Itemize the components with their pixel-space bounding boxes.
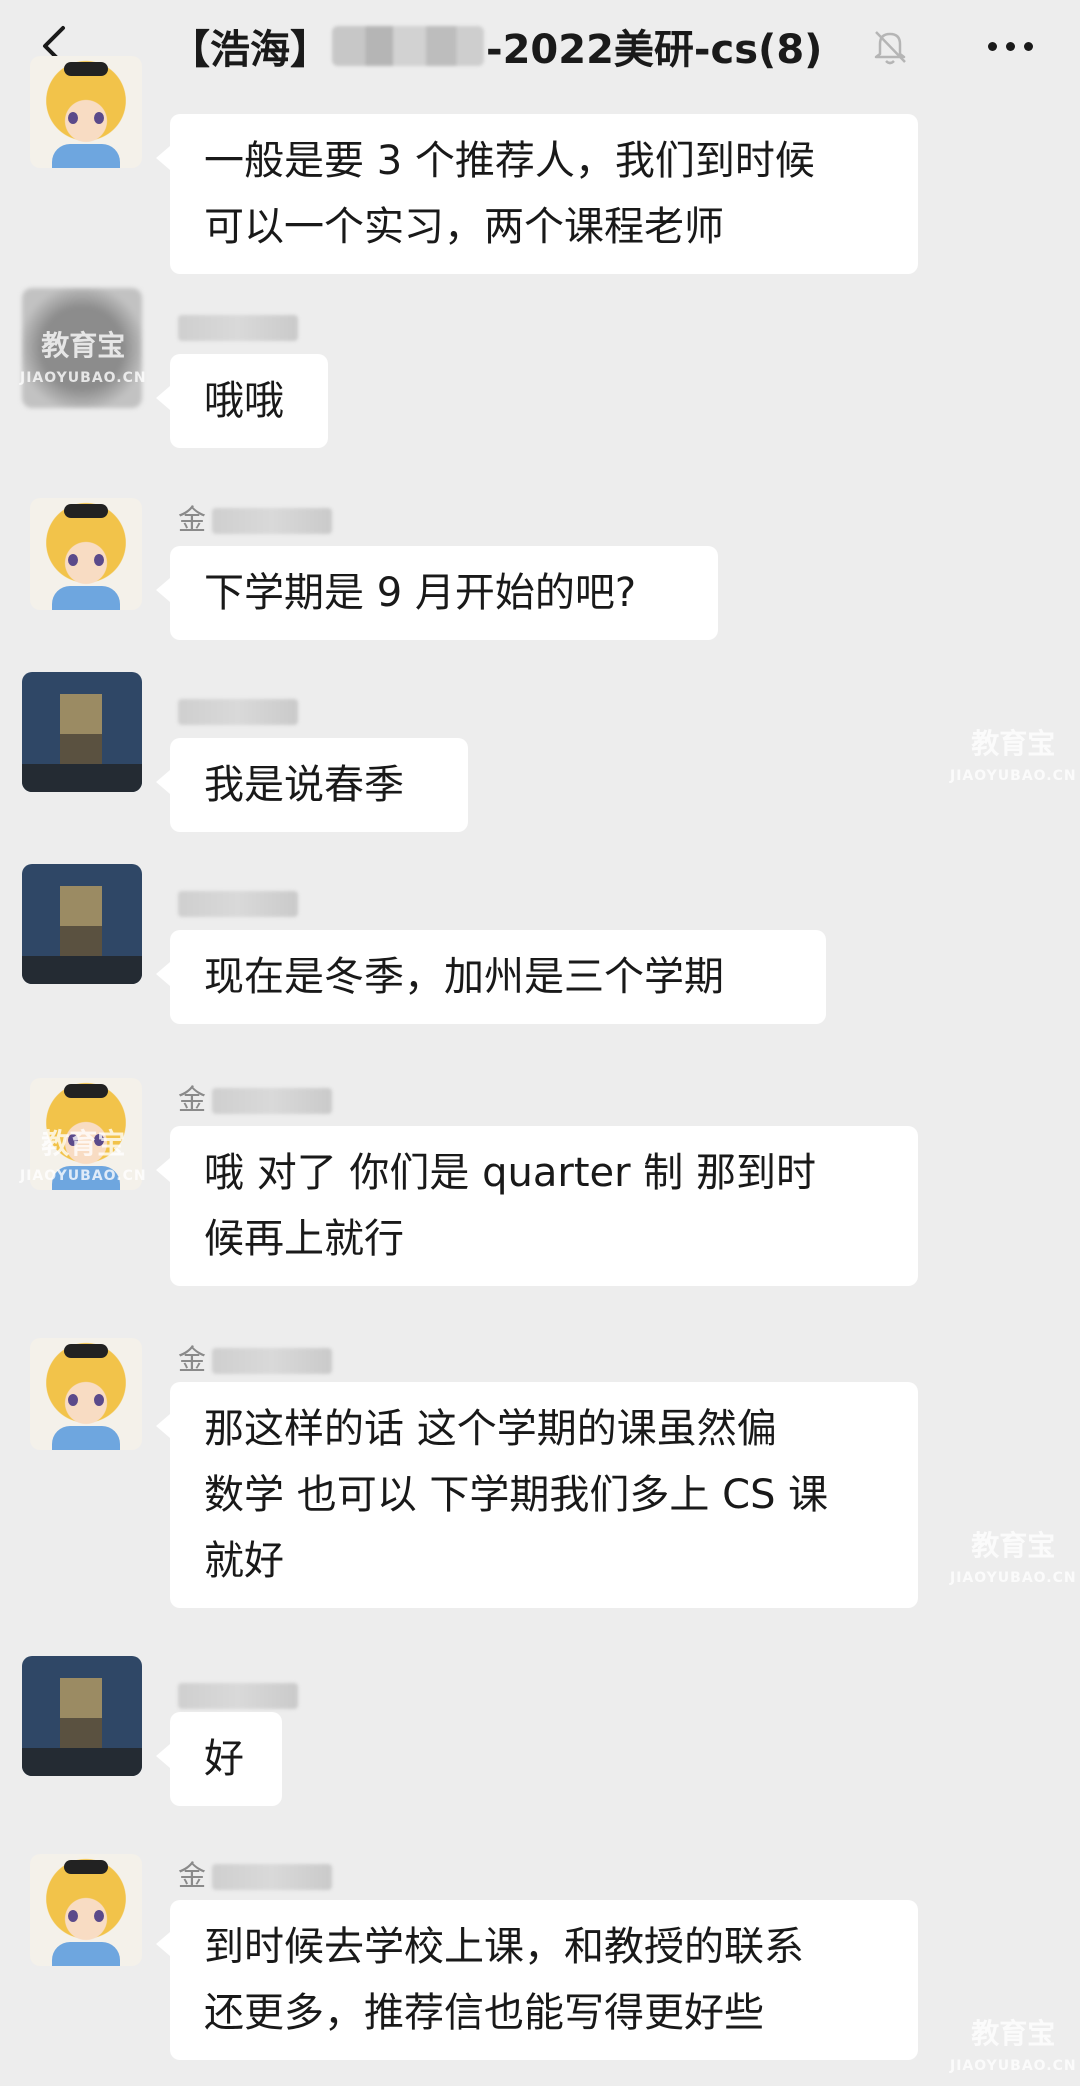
more-dot xyxy=(987,41,997,51)
message-bubble[interactable]: 我是说春季 xyxy=(156,738,468,832)
sender-name: 金 xyxy=(178,1338,333,1378)
watermark-logo: 教育宝 JIAOYUBAO.CN xyxy=(20,1127,147,1185)
message-bubble[interactable]: 下学期是 9 月开始的吧? xyxy=(156,546,718,640)
message-bubble[interactable]: 好 xyxy=(156,1712,282,1806)
sender-name xyxy=(178,886,298,919)
redacted-name xyxy=(332,26,484,66)
watermark-logo: 教育宝 JIAOYUBAO.CN xyxy=(950,1529,1077,1587)
sender-name: 金 xyxy=(178,498,333,538)
chat-title: 【浩海】 -2022美研-cs(8) xyxy=(170,12,822,80)
avatar[interactable] xyxy=(22,1656,142,1776)
message-bubble[interactable]: 那这样的话 这个学期的课虽然偏 数学 也可以 下学期我们多上 CS 课 就好 xyxy=(156,1382,918,1608)
sender-name xyxy=(178,1678,298,1711)
chat-title-suffix: -2022美研-cs(8) xyxy=(486,27,823,73)
avatar[interactable] xyxy=(30,498,142,610)
avatar[interactable] xyxy=(30,56,142,168)
avatar[interactable] xyxy=(22,864,142,984)
bell-off-icon xyxy=(868,24,912,68)
more-options-button[interactable] xyxy=(980,26,1040,66)
message-bubble[interactable]: 到时候去学校上课，和教授的联系 还更多，推荐信也能写得更好些 xyxy=(156,1900,918,2060)
chat-title-prefix: 【浩海】 xyxy=(170,27,330,73)
sender-name xyxy=(178,310,298,343)
sender-name: 金 xyxy=(178,1854,333,1894)
message-bubble[interactable]: 现在是冬季，加州是三个学期 xyxy=(156,930,826,1024)
watermark-logo: 教育宝 JIAOYUBAO.CN xyxy=(950,2017,1077,2075)
avatar[interactable] xyxy=(30,1338,142,1450)
message-bubble[interactable]: 一般是要 3 个推荐人，我们到时候 可以一个实习，两个课程老师 xyxy=(156,114,918,274)
watermark-logo: 教育宝 JIAOYUBAO.CN xyxy=(950,727,1077,785)
more-dot xyxy=(1023,41,1033,51)
avatar[interactable] xyxy=(30,1854,142,1966)
more-dot xyxy=(1005,41,1015,51)
chat-header: 【浩海】 -2022美研-cs(8) xyxy=(0,0,1080,92)
sender-name: 金 xyxy=(178,1078,333,1118)
message-bubble[interactable]: 哦哦 xyxy=(156,354,328,448)
avatar[interactable] xyxy=(22,672,142,792)
message-bubble[interactable]: 哦 对了 你们是 quarter 制 那到时 候再上就行 xyxy=(156,1126,918,1286)
sender-name xyxy=(178,694,298,727)
watermark-logo: 教育宝 JIAOYUBAO.CN xyxy=(20,329,147,387)
